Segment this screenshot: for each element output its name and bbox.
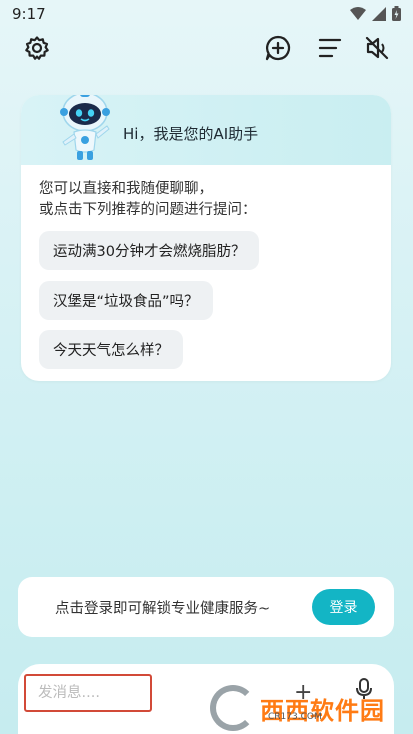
watermark-subtext: CR173.COM bbox=[268, 712, 322, 722]
intro-line-1: 您可以直接和我随便聊聊， bbox=[39, 181, 213, 197]
login-prompt-text: 点击登录即可解锁专业健康服务~ bbox=[55, 601, 271, 617]
card-header: Hi，我是您的AI助手 bbox=[21, 95, 391, 165]
status-time: 9:17 bbox=[12, 5, 46, 23]
robot-avatar-icon bbox=[55, 95, 115, 166]
login-button[interactable]: 登录 bbox=[312, 589, 375, 625]
suggestion-chip[interactable]: 今天天气怎么样？ bbox=[39, 330, 183, 369]
chat-plus-icon bbox=[264, 34, 292, 66]
speaker-mute-icon bbox=[364, 35, 390, 65]
battery-icon bbox=[392, 6, 401, 25]
attach-plus-button[interactable]: + bbox=[294, 680, 312, 705]
message-input-bar: + bbox=[18, 664, 394, 734]
suggestion-chip[interactable]: 运动满30分钟才会燃烧脂肪？ bbox=[39, 231, 260, 270]
status-icons bbox=[350, 6, 401, 25]
assistant-welcome-card: Hi，我是您的AI助手 您可以直接和我随便聊聊， 或点击下列推荐的问题进行提问：… bbox=[21, 95, 391, 381]
gear-icon bbox=[24, 35, 50, 65]
wifi-icon bbox=[350, 6, 366, 25]
signal-icon bbox=[372, 6, 386, 25]
message-input[interactable] bbox=[24, 674, 152, 712]
mute-button[interactable] bbox=[361, 34, 393, 66]
assistant-greeting: Hi，我是您的AI助手 bbox=[123, 125, 259, 143]
login-prompt-bar: 点击登录即可解锁专业健康服务~ 登录 bbox=[18, 577, 394, 637]
new-chat-button[interactable] bbox=[262, 34, 294, 66]
intro-line-2: 或点击下列推荐的问题进行提问： bbox=[39, 202, 257, 218]
status-bar: 9:17 bbox=[0, 0, 413, 28]
settings-button[interactable] bbox=[21, 34, 53, 66]
menu-icon bbox=[318, 37, 342, 63]
microphone-icon[interactable] bbox=[356, 678, 372, 704]
intro-text: 您可以直接和我随便聊聊， 或点击下列推荐的问题进行提问： bbox=[39, 179, 257, 221]
menu-button[interactable] bbox=[314, 34, 346, 66]
suggestion-chip[interactable]: 汉堡是“垃圾食品”吗？ bbox=[39, 281, 213, 320]
top-toolbar bbox=[0, 34, 413, 70]
